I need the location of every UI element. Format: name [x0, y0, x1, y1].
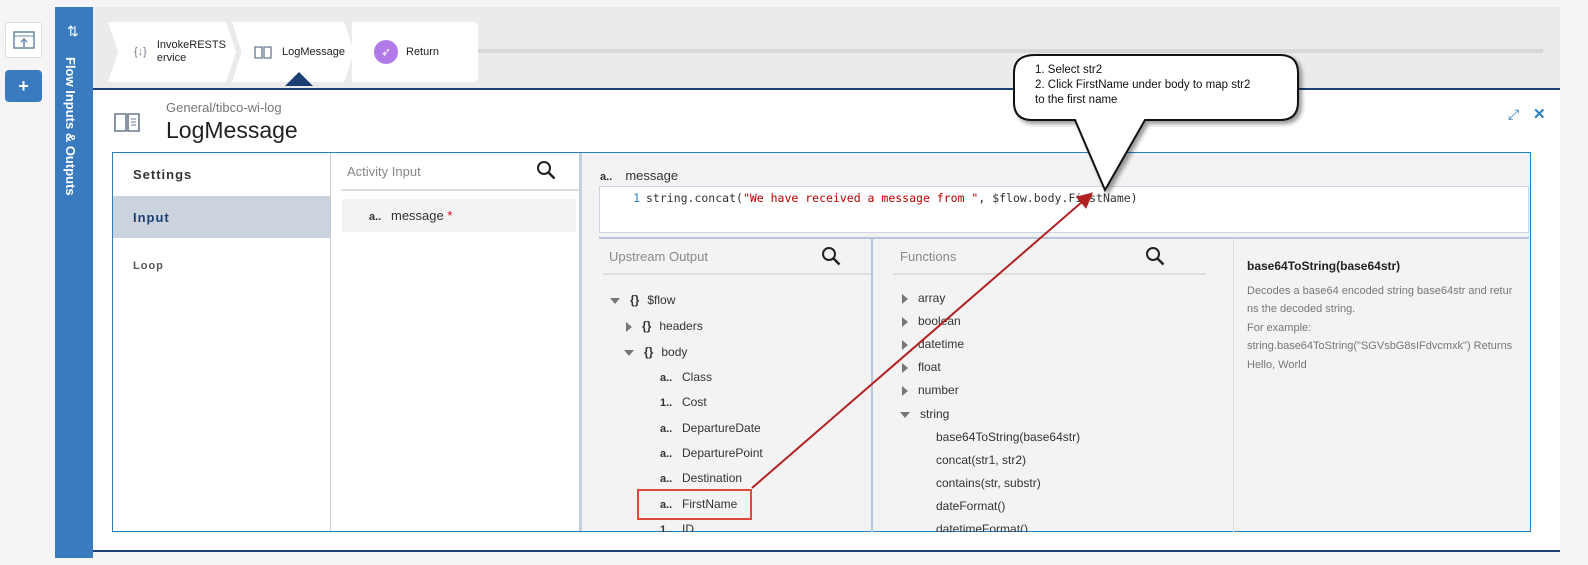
callout-text: 1. Select str2 2. Click FirstName under b…	[1035, 64, 1251, 106]
annotation-arrow	[751, 54, 1299, 489]
